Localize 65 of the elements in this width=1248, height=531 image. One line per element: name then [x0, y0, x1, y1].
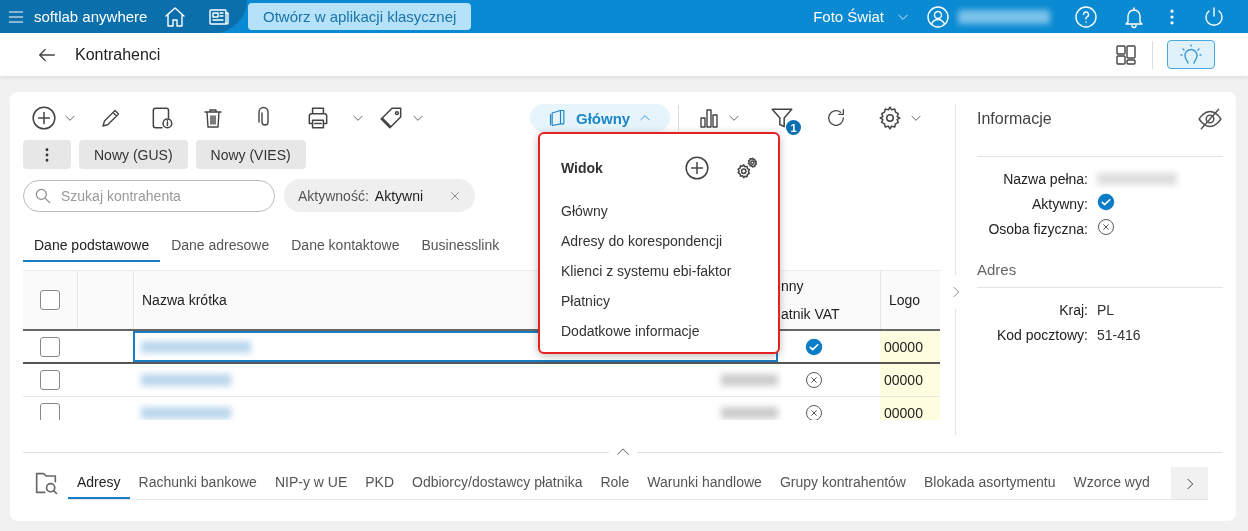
- help-icon[interactable]: [1074, 4, 1098, 29]
- field-label: Kraj:: [1058, 301, 1088, 318]
- menu-title: Widok: [561, 160, 604, 176]
- tab[interactable]: Dane adresowe: [160, 229, 281, 262]
- new-contractor-button[interactable]: Nowy (VIES): [195, 140, 306, 169]
- blurred-text: [720, 374, 778, 386]
- app-name: softlab anywhere: [34, 8, 148, 25]
- tab[interactable]: Dane podstawowe: [23, 229, 161, 262]
- tab[interactable]: Odbiorcy/dostawcy płatnika: [403, 466, 592, 499]
- add-icon[interactable]: [31, 105, 57, 131]
- field-value: 51-416: [1097, 326, 1142, 343]
- tab[interactable]: Adresy: [68, 466, 130, 499]
- lightbulb-icon[interactable]: [1179, 42, 1203, 67]
- tab[interactable]: Wzorce wyd: [1064, 466, 1159, 499]
- filter-chip[interactable]: Aktywność: Aktywni: [284, 179, 476, 212]
- menu-item[interactable]: Adresy do korespondencji: [561, 226, 778, 256]
- company-name[interactable]: Foto Świat: [813, 8, 884, 25]
- tab[interactable]: Rachunki bankowe: [129, 466, 266, 499]
- select-all-checkbox[interactable]: [40, 290, 60, 310]
- field-label: Kod pocztowy:: [995, 326, 1088, 343]
- column-header[interactable]: atnik VAT: [781, 306, 840, 322]
- column-header[interactable]: Logo: [889, 292, 921, 308]
- row-checkbox[interactable]: [40, 336, 60, 357]
- open-classic-button[interactable]: Otwórz w aplikacji klasycznej: [248, 3, 472, 30]
- tab[interactable]: Grupy kontrahentów: [770, 466, 915, 499]
- column-header[interactable]: nny: [781, 278, 804, 294]
- user-icon[interactable]: [926, 4, 950, 29]
- blurred-text: [720, 407, 778, 419]
- section-title: Adres: [977, 261, 1018, 278]
- table-row[interactable]: 00000: [23, 397, 940, 420]
- menu-item[interactable]: Klienci z systemu ebi-faktor: [561, 256, 778, 286]
- search-field[interactable]: Szukaj kontrahenta: [23, 179, 275, 212]
- menu-item[interactable]: Główny: [561, 196, 778, 226]
- tab[interactable]: Businesslink: [410, 229, 511, 262]
- panel-title: Informacje: [977, 110, 1052, 128]
- view-selector-button[interactable]: Główny: [530, 104, 671, 132]
- layout-grid-icon[interactable]: [1114, 42, 1138, 67]
- settings-icon[interactable]: [734, 155, 760, 181]
- new-contractor-button[interactable]: Nowy (GUS): [79, 140, 188, 169]
- field-label: Osoba fizyczna:: [987, 220, 1088, 237]
- tab[interactable]: Dane kontaktowe: [280, 229, 411, 262]
- tab[interactable]: PKD: [356, 466, 403, 499]
- field-value: PL: [1097, 301, 1116, 318]
- row-checkbox[interactable]: [40, 370, 60, 390]
- field-label: Aktywny:: [1031, 195, 1088, 212]
- column-header[interactable]: Nazwa krótka: [142, 292, 227, 308]
- trash-icon[interactable]: [201, 106, 225, 130]
- tab[interactable]: Role: [591, 466, 639, 499]
- table-row[interactable]: 00000: [23, 364, 940, 397]
- filter-count-badge: 1: [786, 120, 802, 135]
- row-checkbox[interactable]: [40, 403, 60, 420]
- tips-button[interactable]: [1167, 40, 1215, 69]
- table-cell: 00000: [880, 364, 940, 396]
- tab[interactable]: NIP-y w UE: [265, 466, 357, 499]
- tab[interactable]: Warunki handlowe: [638, 466, 771, 499]
- page-title: Kontrahenci: [75, 45, 161, 64]
- field-label: Nazwa pełna:: [1002, 170, 1088, 187]
- power-icon[interactable]: [1202, 4, 1226, 29]
- add-icon[interactable]: [684, 155, 710, 181]
- hide-icon[interactable]: [1197, 106, 1223, 132]
- table-cell: 00000: [880, 397, 940, 420]
- menu-item[interactable]: Płatnicy: [561, 286, 778, 316]
- tab[interactable]: Blokada asortymentu: [914, 466, 1065, 499]
- close-icon[interactable]: [449, 189, 462, 202]
- table-cell: 00000: [880, 331, 940, 362]
